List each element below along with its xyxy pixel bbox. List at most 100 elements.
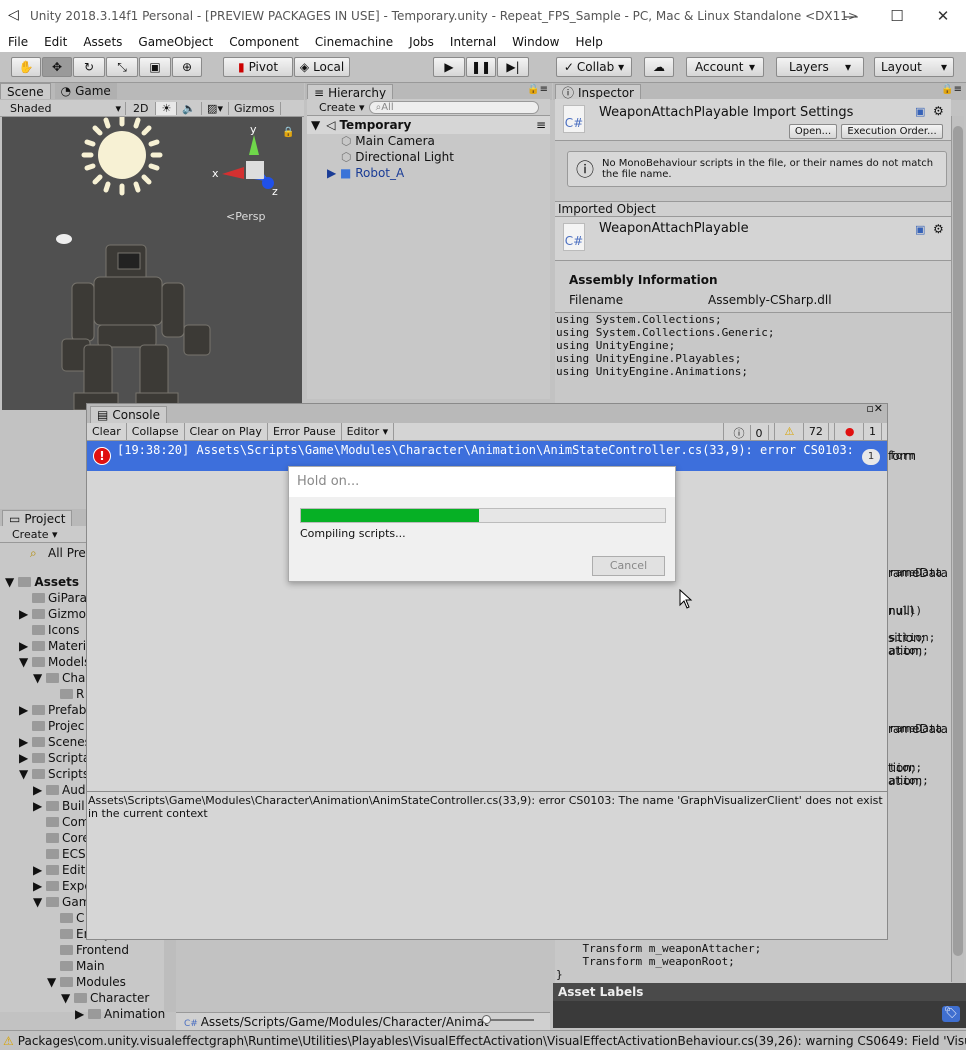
layers-dropdown[interactable]: Layers ▾ (776, 57, 864, 77)
minimize-icon[interactable]: — (828, 0, 874, 32)
transform-tool-icon[interactable]: ⊕ (172, 57, 202, 77)
filename-value: Assembly-CSharp.dll (708, 293, 832, 307)
inspector-scrollbar[interactable] (951, 116, 964, 982)
account-dropdown[interactable]: Account ▾ (686, 57, 764, 77)
assembly-info: Assembly Information Filename Assembly-C… (555, 261, 951, 313)
tab-inspector[interactable]: ⓘ Inspector (555, 84, 641, 100)
check-icon: ✓ (563, 60, 574, 74)
menu-window[interactable]: Window (512, 35, 559, 49)
dropdown-arrow-icon: ▾ (115, 101, 121, 115)
menu-gameobject[interactable]: GameObject (138, 35, 213, 49)
tree-item[interactable]: Main (0, 958, 176, 974)
menu-edit[interactable]: Edit (44, 35, 67, 49)
tree-item[interactable]: ▼ Modules (0, 974, 176, 990)
code-line: } (556, 968, 563, 981)
collapse-button[interactable]: Collapse (127, 423, 185, 440)
tab-hierarchy[interactable]: ≡ Hierarchy (307, 84, 394, 100)
menu-cinemachine[interactable]: Cinemachine (315, 35, 393, 49)
menu-assets[interactable]: Assets (83, 35, 122, 49)
info-count-toggle[interactable]: ⓘ 0 (722, 423, 775, 442)
tab-console[interactable]: ▤ Console (90, 406, 167, 423)
warning-count-toggle[interactable]: ⚠ 72 (775, 423, 835, 440)
lock-icon[interactable]: 🔒≡ (941, 84, 962, 95)
hierarchy-item[interactable]: ▶ ■ Robot_A (307, 166, 550, 182)
hierarchy-item[interactable]: ⬡ Directional Light (307, 150, 550, 166)
layout-dropdown[interactable]: Layout ▾ (874, 57, 954, 77)
hierarchy-search-input[interactable]: ⌕All (368, 100, 539, 114)
pivot-toggle[interactable]: ▮ Pivot (223, 57, 293, 77)
svg-text:y: y (250, 123, 257, 136)
menu-internal[interactable]: Internal (450, 35, 496, 49)
rotate-tool-icon[interactable]: ↻ (73, 57, 105, 77)
console-entry-text: [19:38:20] Assets\Scripts\Game\Modules\C… (117, 443, 861, 457)
cloud-icon[interactable]: ☁ (644, 57, 674, 77)
execution-order-button[interactable]: Execution Order... (841, 124, 943, 139)
menu-help[interactable]: Help (576, 35, 603, 49)
cancel-button[interactable]: Cancel (592, 556, 665, 576)
editor-dropdown[interactable]: Editor ▾ (342, 423, 395, 440)
status-bar[interactable]: ⚠ Packages\com.unity.visualeffectgraph\R… (0, 1030, 966, 1050)
zoom-slider[interactable] (482, 1015, 534, 1025)
folder-icon (88, 1009, 102, 1019)
folder-icon (18, 577, 32, 587)
maximize-icon[interactable]: ☐ (874, 0, 920, 32)
clear-on-play-button[interactable]: Clear on Play (185, 423, 268, 440)
pause-button[interactable]: ❚❚ (466, 57, 496, 77)
tree-item[interactable]: ▶ Animation (0, 1006, 176, 1022)
gear-icon[interactable]: ⚙ (933, 104, 944, 118)
maximize-close-icon[interactable]: ▫✕ (866, 402, 883, 415)
error-count-toggle[interactable]: ● 1 (835, 423, 887, 440)
gear-icon[interactable]: ⚙ (933, 222, 944, 236)
hierarchy-item[interactable]: ⬡ Main Camera (307, 134, 550, 150)
move-tool-icon[interactable]: ✥ (42, 57, 72, 77)
scale-tool-icon[interactable]: ⤡ (106, 57, 138, 77)
clear-button[interactable]: Clear (87, 423, 127, 440)
rect-tool-icon[interactable]: ▣ (139, 57, 171, 77)
menu-jobs[interactable]: Jobs (409, 35, 434, 49)
tab-project[interactable]: ▭ Project (2, 510, 73, 526)
tab-scene[interactable]: Scene (0, 83, 51, 99)
folder-icon (46, 897, 60, 907)
shading-dropdown[interactable]: Shaded ▾ (0, 101, 126, 115)
lighting-icon[interactable]: ☀ (156, 101, 178, 115)
options-icon[interactable]: ≡ (536, 118, 546, 132)
scene-view[interactable]: y x z <Persp 🔒 (2, 114, 302, 411)
gizmos-button[interactable]: Gizmos (229, 101, 281, 115)
error-pause-button[interactable]: Error Pause (268, 423, 342, 440)
collab-button[interactable]: ✓ Collab ▾ (556, 57, 632, 77)
2d-toggle[interactable]: 2D (126, 101, 157, 115)
chevron-down-icon[interactable]: ▼ (311, 118, 320, 132)
project-scrollbar[interactable] (164, 940, 176, 1012)
effects-icon[interactable]: ▨▾ (202, 101, 229, 115)
menu-file[interactable]: File (8, 35, 28, 49)
open-button[interactable]: Open... (789, 124, 837, 139)
lock-icon[interactable]: 🔒 (282, 127, 294, 138)
slider-handle[interactable] (482, 1015, 491, 1024)
tab-game[interactable]: ◔ Game (54, 83, 117, 99)
hierarchy-create-button[interactable]: Create ▾ (307, 101, 369, 114)
project-tab-bar: ▭ Project (0, 509, 86, 526)
step-button[interactable]: ▶| (497, 57, 529, 77)
tag-icon[interactable]: 🏷 (942, 1006, 960, 1022)
persp-label[interactable]: <Persp (226, 210, 265, 223)
tree-item[interactable]: Frontend (0, 942, 176, 958)
info-icon: ⓘ (728, 425, 751, 442)
chevron-right-icon[interactable]: ▶ (327, 166, 340, 180)
close-icon[interactable]: ✕ (920, 0, 966, 32)
lock-icon[interactable]: 🔒≡ (527, 84, 548, 95)
local-toggle[interactable]: ◈ Local (294, 57, 350, 77)
help-icon[interactable]: ▣ (915, 105, 925, 118)
play-button[interactable]: ▶ (433, 57, 465, 77)
audio-icon[interactable]: 🔈 (177, 101, 203, 115)
hand-tool-icon[interactable]: ✋ (11, 57, 41, 77)
help-icon[interactable]: ▣ (915, 223, 925, 236)
tree-item[interactable]: ▼ Character (0, 990, 176, 1006)
scrollbar-thumb[interactable] (953, 126, 963, 956)
code-line: using UnityEngine.Animations; (556, 365, 749, 378)
asset-labels-area: 🏷 (553, 1001, 966, 1028)
folder-icon (60, 913, 73, 923)
menu-component[interactable]: Component (229, 35, 299, 49)
dropdown-arrow-icon: ▾ (940, 60, 947, 74)
code-line: Transform m_weaponRoot; (556, 955, 735, 968)
scene-header[interactable]: ▼ ◁ Temporary ≡ (307, 116, 550, 134)
